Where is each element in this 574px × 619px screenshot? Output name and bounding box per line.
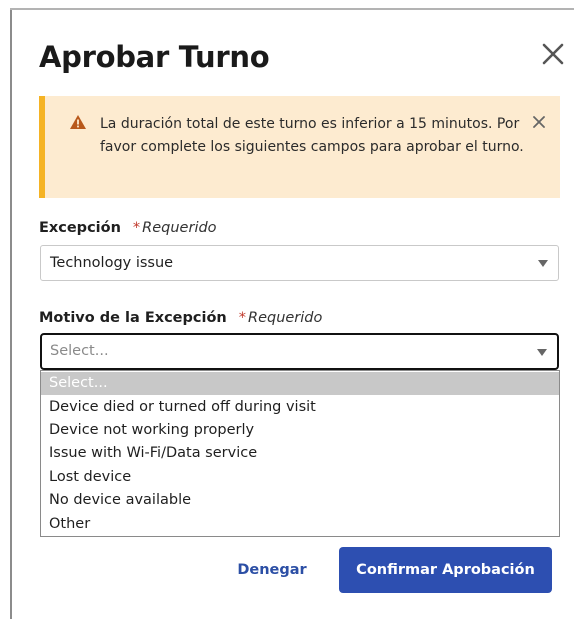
reason-dropdown-list: Select... Device died or turned off duri…: [40, 370, 560, 537]
dropdown-option[interactable]: Lost device: [41, 466, 559, 489]
required-text: Requerido: [142, 220, 217, 236]
reason-select-placeholder: Select...: [50, 343, 109, 359]
close-icon[interactable]: [540, 41, 566, 67]
required-star: *: [238, 310, 246, 326]
deny-button[interactable]: Denegar: [228, 556, 316, 584]
chevron-down-icon: [538, 260, 548, 267]
dropdown-option[interactable]: Select...: [41, 372, 559, 395]
reason-label-text: Motivo de la Excepción: [39, 310, 227, 326]
warning-alert: La duración total de este turno es infer…: [39, 96, 560, 198]
dropdown-option[interactable]: Device died or turned off during visit: [41, 396, 559, 419]
exception-required: * Requerido: [133, 220, 217, 236]
dialog-top-border: [10, 8, 574, 10]
reason-select[interactable]: Select...: [40, 333, 559, 370]
required-star: *: [132, 220, 141, 236]
exception-select[interactable]: Technology issue: [40, 245, 559, 281]
warning-triangle-icon: [69, 114, 87, 130]
alert-message: La duración total de este turno es infer…: [100, 116, 524, 155]
dropdown-option[interactable]: Other: [41, 513, 559, 536]
dropdown-option[interactable]: Issue with Wi-Fi/Data service: [41, 442, 559, 465]
exception-label-text: Excepción: [39, 220, 121, 236]
exception-label: Excepción * Requerido: [39, 220, 217, 236]
exception-select-value: Technology issue: [50, 255, 174, 271]
confirm-approval-button[interactable]: Confirmar Aprobación: [339, 547, 552, 593]
dialog-left-border: [10, 8, 12, 619]
reason-label: Motivo de la Excepción * Requerido: [39, 310, 322, 326]
dropdown-option[interactable]: Device not working properly: [41, 419, 559, 442]
dropdown-option[interactable]: No device available: [41, 489, 559, 512]
reason-required: * Requerido: [239, 310, 323, 326]
required-text: Requerido: [248, 310, 323, 326]
dialog-title: Aprobar Turno: [39, 40, 270, 74]
chevron-down-icon: [537, 349, 547, 356]
alert-close-icon[interactable]: [532, 114, 546, 128]
